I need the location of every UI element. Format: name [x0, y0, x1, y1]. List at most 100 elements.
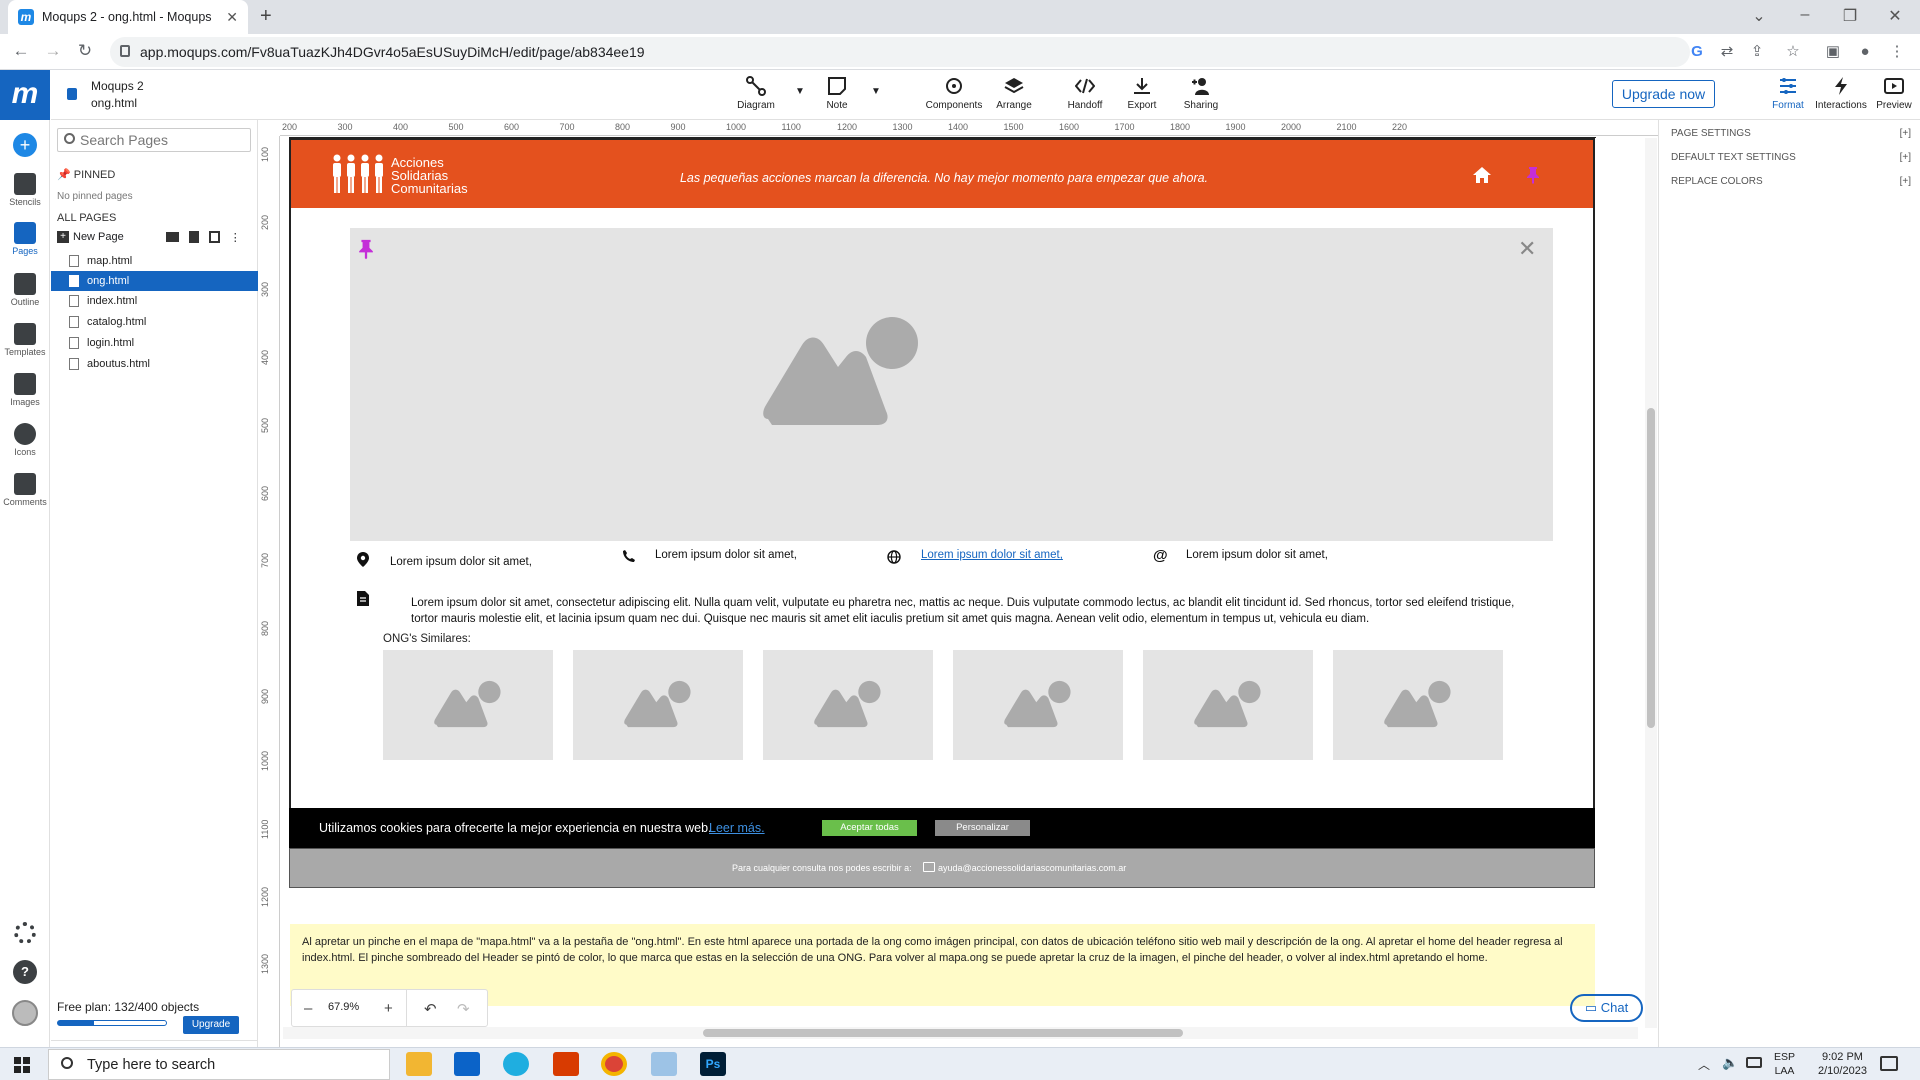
- duplicate-icon[interactable]: [208, 231, 220, 243]
- tool-arrange[interactable]: Arrange: [984, 76, 1044, 111]
- tab-search-icon[interactable]: ⌄: [1749, 6, 1769, 26]
- page-item-catalog[interactable]: catalog.html: [51, 312, 258, 332]
- more-options-icon[interactable]: ⋮: [230, 231, 241, 244]
- similar-ngo-thumb[interactable]: [383, 650, 553, 760]
- tool-handoff[interactable]: Handoff: [1055, 76, 1115, 111]
- similar-ngo-thumb[interactable]: [763, 650, 933, 760]
- tray-chevron-icon[interactable]: ︿: [1698, 1056, 1710, 1073]
- upgrade-now-button[interactable]: Upgrade now: [1612, 80, 1715, 108]
- new-page-button[interactable]: New Page: [73, 231, 124, 243]
- translate-icon[interactable]: ⇄: [1718, 43, 1736, 61]
- file-explorer-icon[interactable]: [406, 1052, 432, 1076]
- minimize-icon[interactable]: –: [1795, 6, 1815, 24]
- close-window-icon[interactable]: ✕: [1885, 6, 1905, 26]
- page-item-login[interactable]: login.html: [51, 333, 258, 353]
- horizontal-scrollbar[interactable]: [283, 1027, 1638, 1039]
- photoshop-icon[interactable]: Ps: [700, 1052, 726, 1076]
- tool-components[interactable]: Components: [924, 76, 984, 111]
- app-icon[interactable]: [553, 1052, 579, 1076]
- note-dropdown-icon[interactable]: ▼: [871, 86, 881, 97]
- share-icon[interactable]: ⇪: [1748, 43, 1766, 61]
- tool-note[interactable]: Note: [807, 76, 867, 111]
- taskbar-search-input[interactable]: Type here to search: [48, 1049, 390, 1080]
- page-item-ong[interactable]: ong.html: [51, 271, 258, 291]
- page-item-index[interactable]: index.html: [51, 291, 258, 311]
- tool-export[interactable]: Export: [1112, 76, 1172, 111]
- help-icon[interactable]: ?: [13, 960, 37, 984]
- rail-icons[interactable]: Icons: [0, 423, 50, 457]
- forward-icon[interactable]: →: [42, 41, 64, 61]
- zoom-level[interactable]: 67.9%: [328, 1001, 359, 1013]
- rail-images[interactable]: Images: [0, 373, 50, 407]
- similar-ngo-thumb[interactable]: [953, 650, 1123, 760]
- app-icon[interactable]: [651, 1052, 677, 1076]
- zoom-in-icon[interactable]: +: [384, 1000, 393, 1017]
- website-link[interactable]: Lorem ipsum dolor sit amet,: [921, 549, 1063, 561]
- tool-interactions[interactable]: Interactions: [1811, 76, 1871, 111]
- footer-email[interactable]: ayuda@accionessolidariascomunitarias.com…: [938, 863, 1126, 873]
- chrome-icon[interactable]: [601, 1052, 627, 1076]
- edge-icon[interactable]: [503, 1052, 529, 1076]
- back-icon[interactable]: ←: [10, 41, 32, 61]
- search-pages-input[interactable]: Search Pages: [57, 128, 251, 152]
- horizontal-scroll-thumb[interactable]: [703, 1029, 1183, 1037]
- rail-outline[interactable]: Outline: [0, 273, 50, 307]
- tool-sharing[interactable]: Sharing: [1171, 76, 1231, 111]
- mock-header[interactable]: Acciones Solidarias Comunitarias Las peq…: [289, 138, 1595, 208]
- rail-templates[interactable]: Templates: [0, 323, 50, 357]
- page-item-map[interactable]: map.html: [51, 251, 258, 271]
- google-icon[interactable]: G: [1688, 43, 1706, 61]
- project-title[interactable]: Moqups 2 ong.html: [91, 78, 144, 112]
- accept-all-button[interactable]: Aceptar todas: [822, 820, 917, 836]
- dropbox-icon[interactable]: [454, 1052, 480, 1076]
- reload-icon[interactable]: ↻: [74, 41, 96, 61]
- volume-icon[interactable]: 🔈: [1722, 1055, 1738, 1071]
- moqups-logo[interactable]: m: [0, 70, 50, 120]
- chat-button[interactable]: ▭ Chat: [1570, 994, 1643, 1022]
- address-bar[interactable]: app.moqups.com/Fv8uaTuazKJh4DGvr4o5aEsUS…: [110, 37, 1690, 67]
- delete-icon[interactable]: [188, 231, 199, 243]
- similar-ngo-thumb[interactable]: [1333, 650, 1503, 760]
- similar-ngo-thumb[interactable]: [573, 650, 743, 760]
- close-tab-icon[interactable]: ✕: [226, 9, 238, 26]
- tool-diagram[interactable]: Diagram: [726, 76, 786, 111]
- new-tab-icon[interactable]: +: [260, 5, 272, 28]
- settings-gear-icon[interactable]: [14, 922, 36, 944]
- upgrade-button[interactable]: Upgrade: [183, 1016, 239, 1034]
- new-folder-icon[interactable]: [165, 232, 179, 242]
- system-clock[interactable]: 9:02 PM 2/10/2023: [1818, 1050, 1867, 1078]
- redo-icon[interactable]: ↷: [457, 1000, 470, 1018]
- profile-icon[interactable]: ●: [1856, 43, 1874, 61]
- close-image-icon[interactable]: ✕: [1518, 236, 1536, 262]
- restore-icon[interactable]: ❐: [1840, 6, 1860, 26]
- new-page-icon[interactable]: +: [57, 231, 69, 243]
- browser-menu-icon[interactable]: ⋮: [1888, 43, 1906, 61]
- language-indicator[interactable]: ESP LAA: [1774, 1050, 1795, 1078]
- cookie-read-more-link[interactable]: Leer más.: [709, 821, 765, 835]
- design-canvas[interactable]: Acciones Solidarias Comunitarias Las peq…: [281, 137, 1651, 1037]
- tool-format[interactable]: Format: [1758, 76, 1818, 111]
- rail-pages[interactable]: Pages: [0, 222, 50, 256]
- user-avatar[interactable]: [12, 1000, 38, 1026]
- page-item-aboutus[interactable]: aboutus.html: [51, 354, 258, 374]
- tool-preview[interactable]: Preview: [1864, 76, 1920, 111]
- add-icon[interactable]: +: [13, 133, 37, 157]
- rail-stencils[interactable]: Stencils: [0, 173, 50, 207]
- replace-colors-row[interactable]: REPLACE COLORS [+]: [1671, 176, 1911, 187]
- zoom-out-icon[interactable]: –: [304, 1000, 312, 1017]
- similar-ngo-thumb[interactable]: [1143, 650, 1313, 760]
- hero-image-placeholder[interactable]: ✕: [350, 228, 1553, 541]
- diagram-dropdown-icon[interactable]: ▼: [795, 86, 805, 97]
- browser-tab[interactable]: m Moqups 2 - ong.html - Moqups ✕: [8, 0, 248, 34]
- page-settings-row[interactable]: PAGE SETTINGS [+]: [1671, 128, 1911, 139]
- vertical-scroll-thumb[interactable]: [1647, 408, 1655, 728]
- battery-icon[interactable]: [1746, 1057, 1762, 1068]
- vertical-scrollbar[interactable]: [1645, 138, 1657, 1028]
- customize-button[interactable]: Personalizar: [935, 820, 1030, 836]
- rail-comments[interactable]: Comments: [0, 473, 50, 507]
- default-text-settings-row[interactable]: DEFAULT TEXT SETTINGS [+]: [1671, 152, 1911, 163]
- bookmark-star-icon[interactable]: ☆: [1784, 43, 1802, 61]
- side-panel-icon[interactable]: ▣: [1824, 43, 1842, 61]
- notifications-icon[interactable]: [1880, 1056, 1898, 1071]
- undo-icon[interactable]: ↶: [424, 1000, 437, 1018]
